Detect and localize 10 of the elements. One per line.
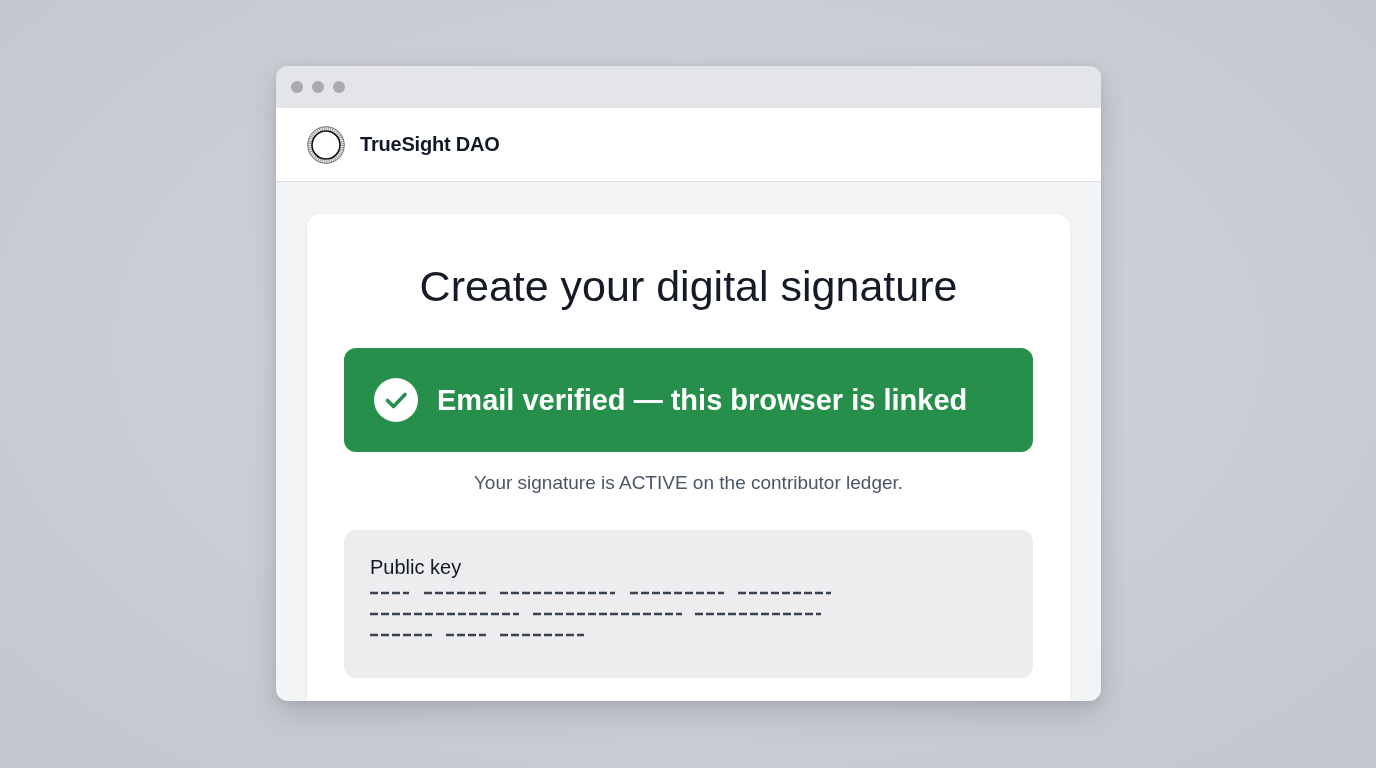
check-circle-icon [374, 378, 418, 422]
status-text: Your signature is ACTIVE on the contributor ledger. [472, 472, 905, 494]
panel-label: Public key [370, 556, 463, 579]
window-dot-icon [291, 81, 303, 93]
window-dot-icon [312, 81, 324, 93]
banner-message: Email verified — this browser is linked [437, 383, 968, 417]
window-dot-icon [333, 81, 345, 93]
brand-name: TrueSight DAO [360, 133, 500, 156]
page-title: Create your digital signature [418, 261, 959, 312]
ring-logo-icon [307, 125, 345, 164]
